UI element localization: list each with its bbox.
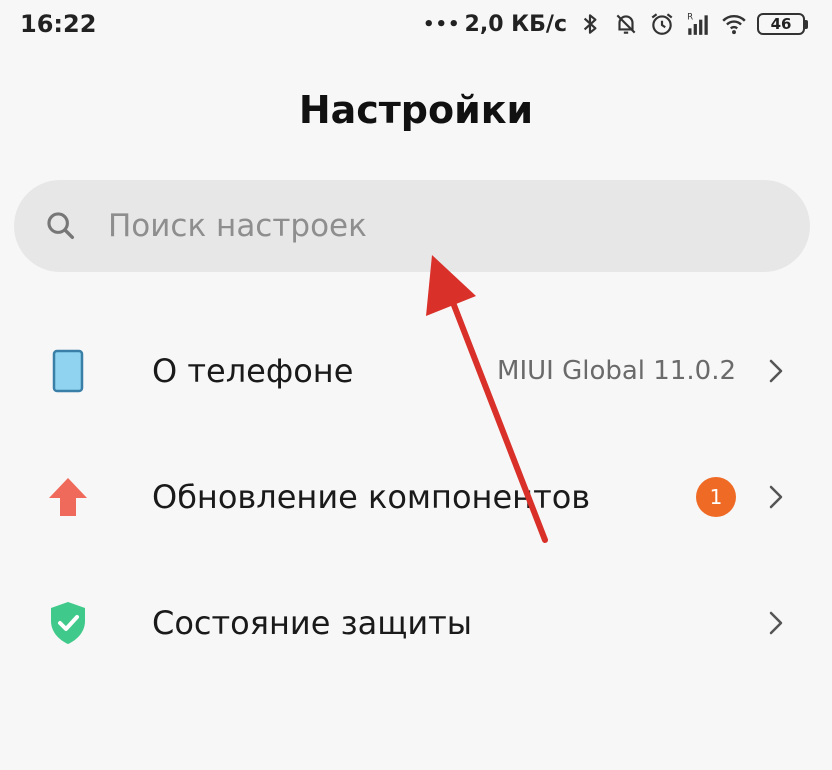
settings-item-label: Обновление компонентов [152,478,591,516]
mute-icon [616,14,636,34]
shield-check-icon [51,602,85,644]
settings-item-label: О телефоне [152,352,354,390]
search-bar[interactable] [14,180,810,272]
battery-icon: 46 [757,13,808,35]
settings-item-label: Состояние защиты [152,604,473,642]
chevron-right-icon [769,359,783,383]
settings-item-component-updates[interactable]: Обновление компонентов 1 [0,442,832,552]
status-time: 16:22 [20,10,97,38]
chevron-right-icon [769,485,783,509]
bluetooth-icon [583,14,597,34]
status-bar: 16:22 ••• 2,0 КБ/с R 46 [0,0,832,48]
settings-screen: 16:22 ••• 2,0 КБ/с R 46 Настройки Поиск … [0,0,832,770]
network-speed: ••• 2,0 КБ/с [423,12,567,37]
update-count-badge: 1 [696,477,736,517]
settings-item-value: MIUI Global 11.0.2 [497,356,736,386]
search-icon [47,212,75,240]
search-input[interactable] [106,207,710,245]
page-title: Настройки [298,88,534,132]
alarm-icon [651,13,673,35]
update-arrow-icon [49,478,87,516]
status-icons: ••• 2,0 КБ/с R 46 [423,11,808,37]
chevron-right-icon [769,611,783,635]
wifi-icon [722,15,746,35]
settings-item-protection-status[interactable]: Состояние защиты [0,568,832,678]
svg-text:R: R [687,13,693,23]
dots-icon: ••• [423,13,461,35]
phone-icon [52,349,84,393]
network-speed-text: 2,0 КБ/с [464,11,567,37]
battery-level: 46 [757,13,805,35]
signal-icon: R [687,13,708,35]
settings-item-about-phone[interactable]: О телефоне MIUI Global 11.0.2 [0,316,832,426]
